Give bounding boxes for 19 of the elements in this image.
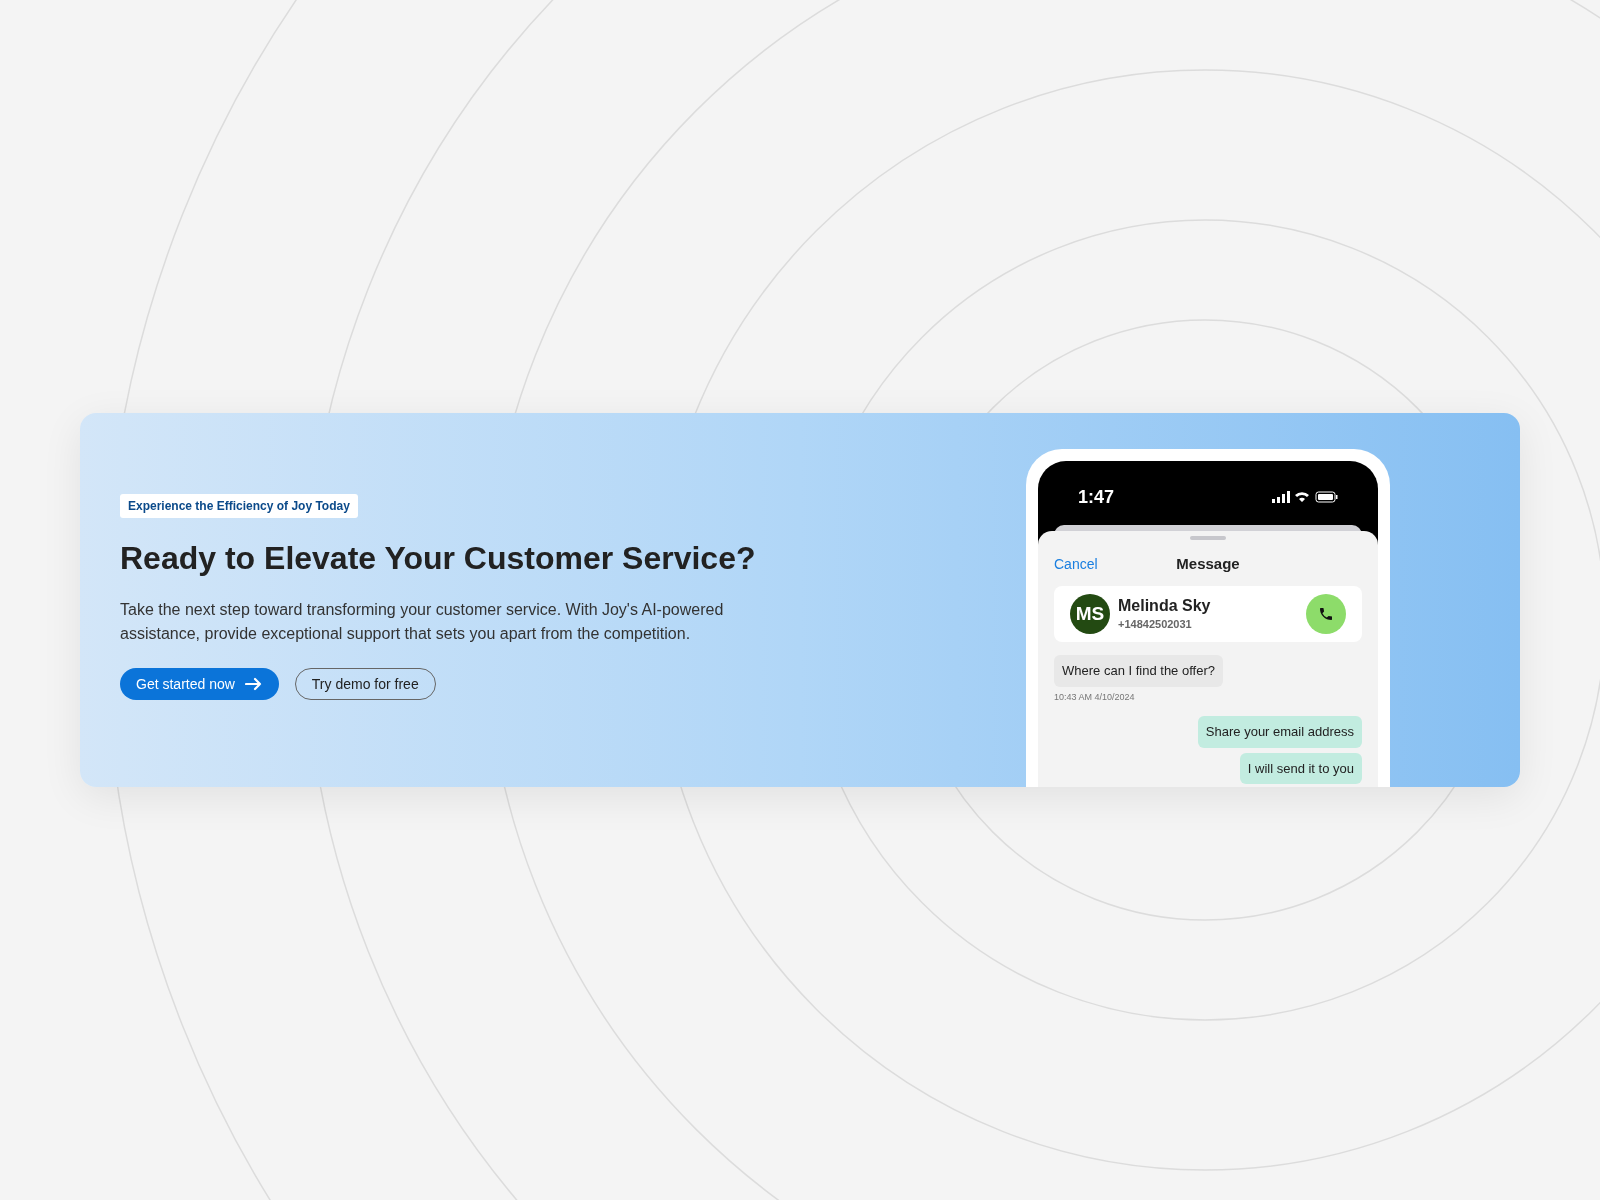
outgoing-message: Share your email address <box>1197 716 1362 748</box>
message-timestamp: 10:43 AM 4/10/2024 <box>1054 690 1135 704</box>
arrow-right-icon <box>244 677 263 691</box>
contact-phone: +14842502031 <box>1118 616 1193 632</box>
contact-avatar: MS <box>1070 594 1110 634</box>
cancel-link[interactable]: Cancel <box>1054 553 1098 575</box>
status-icons-icon <box>1272 490 1338 504</box>
call-button[interactable] <box>1306 594 1346 634</box>
contact-name: Melinda Sky <box>1118 595 1211 616</box>
phone-icon <box>1318 606 1334 622</box>
banner-heading: Ready to Elevate Your Customer Service? <box>120 539 757 578</box>
incoming-message: Where can I find the offer? <box>1054 655 1223 687</box>
sheet-title: Message <box>1176 553 1240 574</box>
outgoing-message: I will send it to you <box>1239 752 1362 784</box>
get-started-button[interactable]: Get started now <box>120 668 279 700</box>
banner-description: Take the next step toward transforming your customer service. With Joy's AI-powered assistance, provide exceptional support that sets you apart from the competition. <box>120 600 725 644</box>
sheet-handle[interactable] <box>1190 536 1226 540</box>
tagline-label: Experience the Efficiency of Joy Today <box>120 494 358 518</box>
status-time: 1:47 <box>1078 485 1115 509</box>
